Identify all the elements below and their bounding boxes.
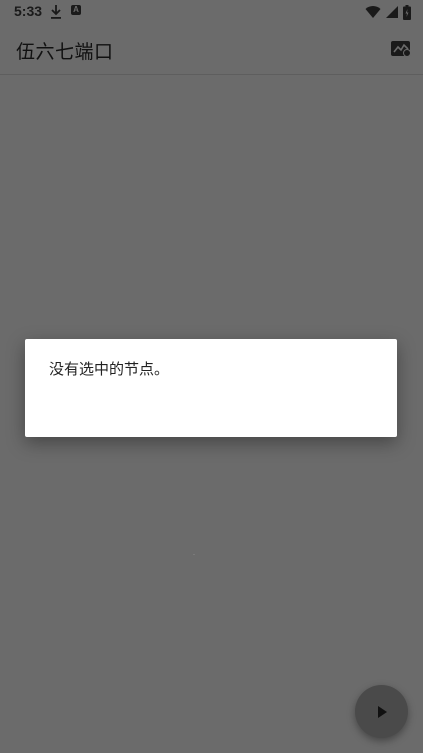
wifi-icon xyxy=(365,6,381,19)
dialog: 没有选中的节点。 xyxy=(25,339,397,437)
app-title: 伍六七端口 xyxy=(16,41,114,63)
screen: 5:33 A 伍六七端口 没有选中的节点。 xyxy=(0,0,423,753)
dialog-message: 没有选中的节点。 xyxy=(49,360,170,378)
download-icon xyxy=(51,5,61,19)
play-icon xyxy=(377,705,387,718)
background-speck xyxy=(193,554,195,555)
status-bar: 5:33 A xyxy=(0,0,423,24)
chart-icon[interactable] xyxy=(390,39,412,59)
a-notification-icon: A xyxy=(71,5,81,15)
battery-icon xyxy=(403,4,411,20)
app-bar: 伍六七端口 xyxy=(0,24,423,75)
play-button[interactable] xyxy=(355,685,408,738)
status-time: 5:33 xyxy=(14,3,43,19)
signal-icon xyxy=(386,6,398,18)
status-icons xyxy=(365,4,411,20)
